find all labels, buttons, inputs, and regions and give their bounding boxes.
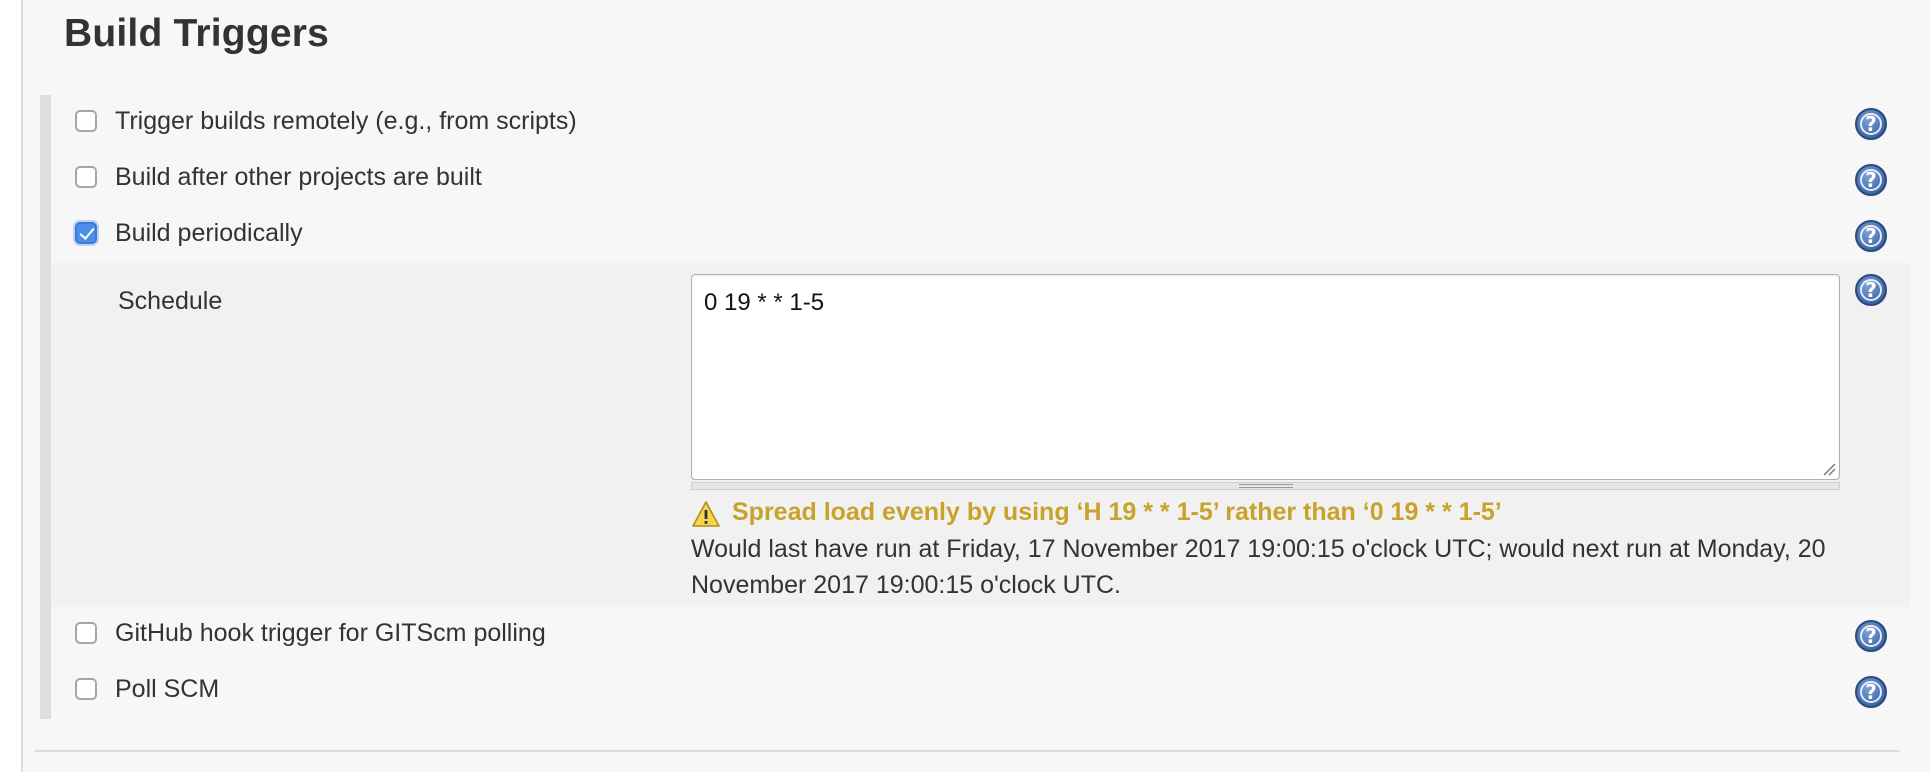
help-icon[interactable]: ? — [1855, 676, 1887, 708]
poll-scm-checkbox[interactable] — [75, 678, 97, 700]
poll-scm-label[interactable]: Poll SCM — [115, 675, 219, 704]
warning-icon — [692, 501, 720, 527]
help-icon[interactable]: ? — [1855, 164, 1887, 196]
help-icon[interactable]: ? — [1855, 108, 1887, 140]
schedule-panel: Schedule ? Spread load evenly by using ‘… — [51, 263, 1910, 607]
help-icon[interactable]: ? — [1855, 274, 1887, 306]
resize-handle-icon[interactable] — [1239, 484, 1293, 488]
schedule-textarea[interactable] — [691, 274, 1840, 480]
build-periodically-label[interactable]: Build periodically — [115, 219, 303, 248]
trigger-row-periodic: Build periodically ? — [51, 207, 1910, 263]
trigger-row-after-other: Build after other projects are built ? — [51, 151, 1910, 207]
help-icon[interactable]: ? — [1855, 220, 1887, 252]
config-page: Build Triggers Trigger builds remotely (… — [21, 0, 1930, 772]
schedule-label: Schedule — [118, 287, 223, 315]
warning-text: Spread load evenly by using ‘H 19 * * 1-… — [732, 498, 1502, 526]
trigger-row-github-hook: GitHub hook trigger for GITScm polling ? — [51, 607, 1910, 663]
trigger-row-poll-scm: Poll SCM ? — [51, 663, 1910, 719]
help-icon[interactable]: ? — [1855, 620, 1887, 652]
trigger-remote-label[interactable]: Trigger builds remotely (e.g., from scri… — [115, 107, 577, 136]
build-periodically-checkbox[interactable] — [75, 222, 97, 244]
section-divider — [35, 750, 1900, 752]
build-after-other-label[interactable]: Build after other projects are built — [115, 163, 482, 192]
schedule-run-info: Would last have run at Friday, 17 Novemb… — [691, 535, 1826, 599]
github-hook-checkbox[interactable] — [75, 622, 97, 644]
trigger-row-remote: Trigger builds remotely (e.g., from scri… — [51, 95, 1910, 151]
build-triggers-section: Trigger builds remotely (e.g., from scri… — [40, 95, 1910, 719]
section-title: Build Triggers — [64, 12, 330, 55]
github-hook-label[interactable]: GitHub hook trigger for GITScm polling — [115, 619, 546, 648]
build-after-other-checkbox[interactable] — [75, 166, 97, 188]
textarea-resize-bar[interactable] — [691, 482, 1840, 490]
trigger-remote-checkbox[interactable] — [75, 110, 97, 132]
resize-grip-icon[interactable] — [1822, 462, 1836, 476]
